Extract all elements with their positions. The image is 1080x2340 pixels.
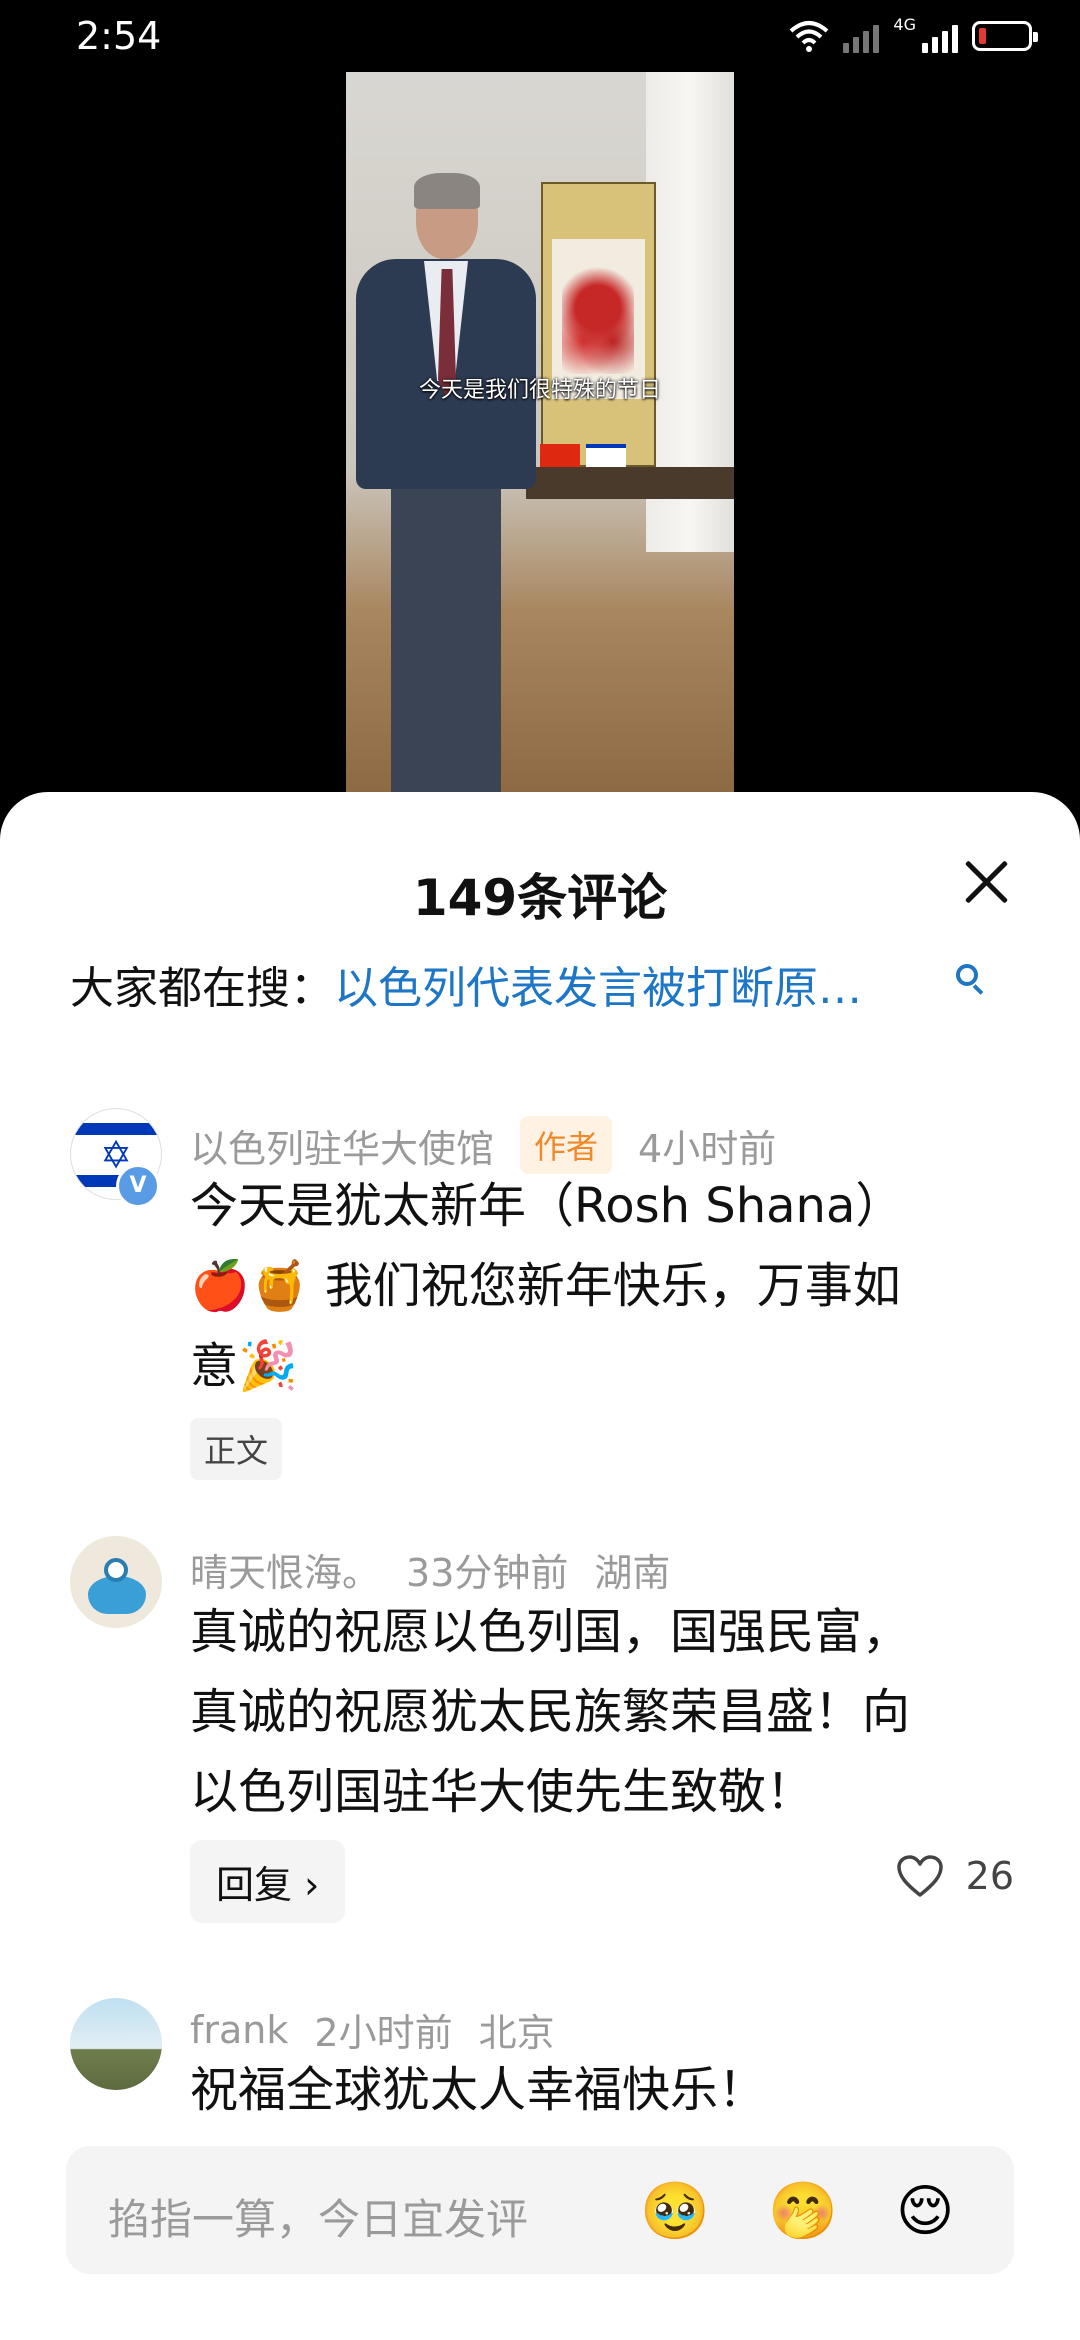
comments-sheet: 149条评论 大家都在搜：以色列代表发言被打断原… ✡ V 以色列驻华大使馆 作… — [0, 792, 1080, 2340]
comment-text-line: 今天是犹太新年（Rosh Shana） — [190, 1178, 904, 1234]
comment-location: 湖南 — [594, 1551, 671, 1595]
comment-text-line: 以色列国驻华大使先生致敬！ — [190, 1764, 815, 1820]
comment-time: 4小时前 — [638, 1126, 777, 1171]
hot-search[interactable]: 大家都在搜：以色列代表发言被打断原… — [70, 952, 862, 1016]
heart-icon — [896, 1855, 943, 1897]
like-count: 26 — [965, 1854, 1014, 1898]
comment-location: 北京 — [478, 2011, 555, 2055]
comment-text[interactable]: 祝福全球犹太人幸福快乐！ — [190, 2050, 1010, 2130]
network-type: 4G — [893, 14, 916, 34]
comment-input-placeholder: 掐指一算，今日宜发评 — [108, 2195, 529, 2244]
hand-over-mouth-emoji-icon[interactable]: 🤭 — [768, 2182, 838, 2242]
comments-count-title: 149条评论 — [412, 869, 668, 927]
avatar[interactable] — [70, 1998, 162, 2090]
wifi-icon — [790, 21, 829, 52]
signal-sim2-icon — [922, 19, 958, 53]
pleading-face-emoji-icon[interactable]: 🥹 — [640, 2182, 710, 2242]
battery-icon — [972, 21, 1038, 51]
comment-text-line: 真诚的祝愿以色列国，国强民富， — [190, 1604, 911, 1660]
video-speaker — [356, 173, 536, 792]
verified-icon: V — [116, 1164, 160, 1208]
comment-time: 2小时前 — [314, 2011, 453, 2055]
reply-button[interactable]: 回复 › — [190, 1840, 346, 1923]
comment-text-line: 祝福全球犹太人幸福快乐！ — [190, 2062, 767, 2118]
status-icons: 4G — [789, 14, 1038, 58]
video-scroll-painting — [541, 182, 656, 467]
relieved-face-emoji-icon[interactable]: 😌 — [896, 2182, 954, 2242]
video-table — [526, 467, 734, 499]
comment-text-line: 🍎🍯 我们祝您新年快乐，万事如 — [190, 1258, 901, 1314]
comment-meta: 晴天恨海。 33分钟前 湖南 — [190, 1542, 670, 1597]
search-icon[interactable] — [956, 964, 978, 986]
avatar[interactable] — [70, 1536, 162, 1628]
comment-time: 33分钟前 — [406, 1551, 569, 1595]
hot-search-label: 大家都在搜： — [70, 963, 334, 1014]
status-time: 2:54 — [76, 14, 162, 58]
status-bar: 2:54 4G — [0, 0, 1080, 72]
comment-text[interactable]: 今天是犹太新年（Rosh Shana） 🍎🍯 我们祝您新年快乐，万事如 意🎉 — [190, 1166, 1010, 1406]
close-icon[interactable] — [956, 852, 1016, 912]
username[interactable]: frank — [190, 2008, 288, 2052]
comment-meta: frank 2小时前 北京 — [190, 2002, 555, 2057]
signal-sim1-icon — [843, 19, 880, 53]
username[interactable]: 以色列驻华大使馆 — [190, 1118, 494, 1173]
like-button[interactable]: 26 — [896, 1854, 1014, 1898]
video-subtitle: 今天是我们很特殊的节日 — [418, 378, 661, 403]
video-player[interactable]: 今天是我们很特殊的节日 — [346, 72, 734, 792]
comment-input[interactable]: 掐指一算，今日宜发评 🥹 🤭 😌 — [66, 2146, 1014, 2274]
comment-text-line: 意🎉 — [190, 1338, 298, 1394]
main-text-tag[interactable]: 正文 — [190, 1418, 283, 1480]
hot-search-link[interactable]: 以色列代表发言被打断原… — [334, 963, 862, 1014]
username[interactable]: 晴天恨海。 — [190, 1542, 380, 1597]
comment-text-line: 真诚的祝愿犹太民族繁荣昌盛！向 — [190, 1684, 911, 1740]
comment-text[interactable]: 真诚的祝愿以色列国，国强民富， 真诚的祝愿犹太民族繁荣昌盛！向 以色列国驻华大使… — [190, 1592, 1010, 1832]
